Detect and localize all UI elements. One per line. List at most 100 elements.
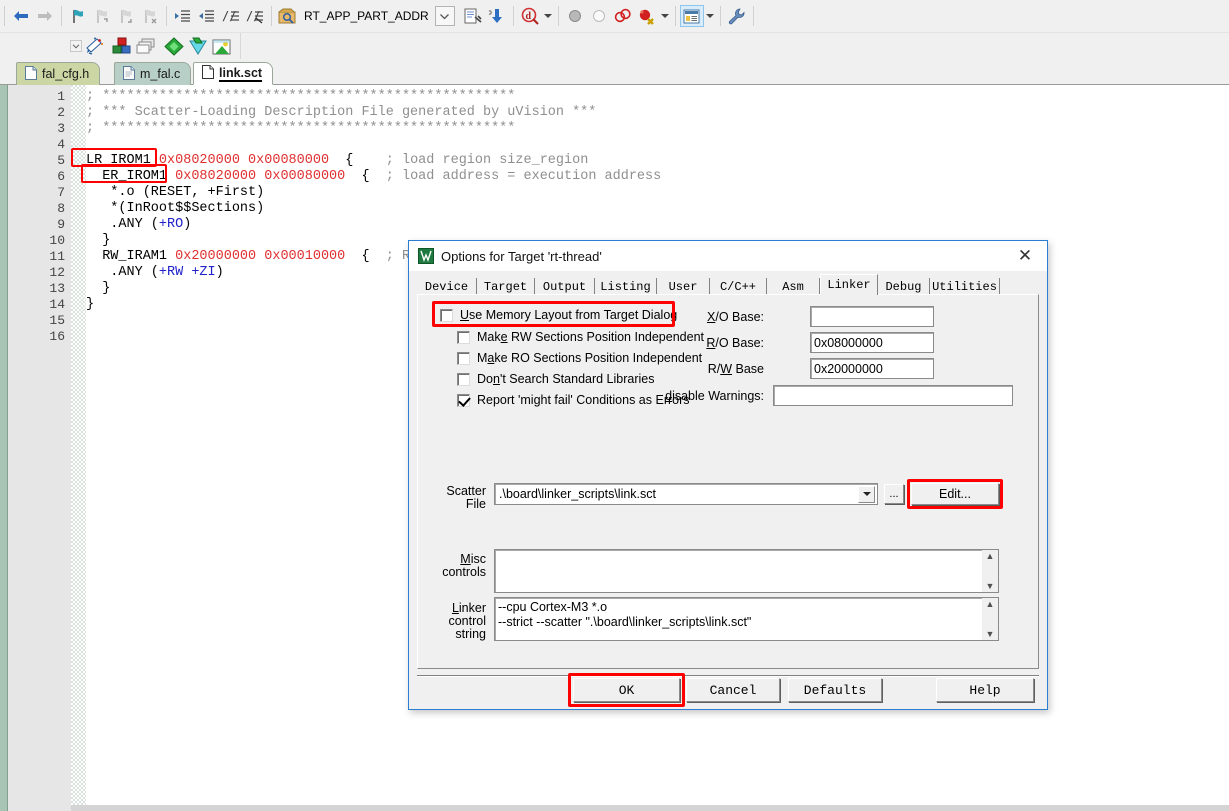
download-icon[interactable] (485, 5, 509, 27)
editor-tab-m_fal-c[interactable]: m_fal.c (114, 62, 192, 85)
edit-scatter-file-button[interactable]: Edit... (911, 483, 999, 505)
misc-controls-input[interactable]: ▲ ▼ (494, 549, 999, 593)
linker-control-string-value: --cpu Cortex-M3 *.o --strict --scatter "… (498, 600, 752, 629)
scatter-file-value: .\board\linker_scripts\link.sct (499, 487, 657, 501)
select-software-packs-icon[interactable] (186, 35, 210, 57)
configure-wrench-icon[interactable] (725, 5, 749, 27)
disable-warnings-input[interactable] (773, 385, 1013, 406)
checkbox-dont-search-standard-libraries[interactable]: Don't Search Standard Libraries (457, 372, 655, 386)
scatter-file-label: Scatter File (446, 484, 486, 511)
tab-linker[interactable]: Linker (820, 274, 878, 295)
checkbox-box[interactable] (457, 393, 470, 407)
breakpoint-gray-icon[interactable] (563, 5, 587, 27)
bookmark-clear-icon[interactable] (138, 5, 162, 27)
configuration-wizard-icon[interactable] (82, 35, 106, 57)
rw-base-input[interactable]: 0x20000000 (810, 358, 934, 379)
close-icon[interactable]: ✕ (1003, 241, 1047, 271)
checkbox-make-rw-position-independent[interactable]: Make RW Sections Position Independent (457, 330, 704, 344)
manage-runtime-icon[interactable] (162, 35, 186, 57)
breakpoints-icon[interactable] (611, 5, 635, 27)
uncomment-icon[interactable]: // (243, 5, 267, 27)
tab-asm[interactable]: Asm (767, 278, 820, 295)
checkbox-box[interactable] (457, 372, 470, 386)
toolbar-separator (512, 6, 514, 26)
linker-control-string-scrollbar[interactable]: ▲ ▼ (982, 598, 998, 640)
tab-utilities[interactable]: Utilities (930, 278, 1000, 295)
chevron-down-icon[interactable] (858, 485, 875, 503)
target-select-dropdown[interactable] (434, 6, 455, 26)
checkbox-box[interactable] (457, 351, 470, 365)
toolbar-overflow-caret[interactable] (70, 37, 82, 55)
forward-arrow-icon[interactable] (33, 5, 57, 27)
line-number: 4 (57, 137, 65, 152)
linker-control-string-input[interactable]: --cpu Cortex-M3 *.o --strict --scatter "… (494, 597, 999, 641)
line-number: 15 (49, 313, 65, 328)
pack-manager-icon[interactable] (210, 35, 234, 57)
tab-target[interactable]: Target (477, 278, 535, 295)
cancel-button[interactable]: Cancel (686, 678, 780, 702)
kill-breakpoints-dropdown-caret[interactable] (659, 7, 671, 25)
editor-tab-link-sct[interactable]: link.sct (193, 62, 274, 85)
tab-listing[interactable]: Listing (595, 278, 657, 295)
rw-base-label: R/W Base (707, 362, 764, 376)
tab-c-cpp[interactable]: C/C++ (710, 278, 767, 295)
misc-controls-scrollbar[interactable]: ▲ ▼ (982, 550, 998, 592)
debug-dropdown-caret[interactable] (542, 7, 554, 25)
tab-device[interactable]: Device (417, 278, 477, 295)
help-button[interactable]: Help (936, 678, 1034, 702)
toolbar-separator (271, 6, 272, 26)
kill-breakpoints-icon[interactable] (635, 5, 659, 27)
horizontal-scrollbar[interactable] (71, 805, 1229, 811)
scroll-down-icon[interactable]: ▼ (986, 581, 995, 591)
checkbox-make-ro-position-independent[interactable]: Make RO Sections Position Independent (457, 351, 702, 365)
dialog-title-bar[interactable]: Options for Target 'rt-thread' ✕ (409, 241, 1047, 271)
toolbar-separator (674, 6, 676, 26)
code-folding-margin[interactable] (71, 85, 86, 811)
xo-base-label: X/O Base: (707, 310, 764, 324)
breakpoint-hollow-icon[interactable] (587, 5, 611, 27)
target-options-icon[interactable] (276, 5, 300, 27)
scroll-down-icon[interactable]: ▼ (986, 629, 995, 639)
build-target-icon[interactable] (461, 5, 485, 27)
ok-button[interactable]: OK (573, 678, 680, 702)
checkbox-box[interactable] (457, 330, 470, 344)
manage-windows-icon[interactable] (679, 5, 704, 27)
comment-icon[interactable]: // (219, 5, 243, 27)
multi-project-icon[interactable] (134, 35, 158, 57)
tab-user[interactable]: User (657, 278, 710, 295)
scroll-up-icon[interactable]: ▲ (986, 599, 995, 609)
checkbox-box[interactable] (440, 308, 453, 322)
file-sct-icon (202, 65, 214, 82)
options-for-target-dialog: Options for Target 'rt-thread' ✕ Device … (408, 240, 1048, 710)
start-debug-icon[interactable]: d (518, 5, 542, 27)
pack-installer-icon[interactable] (110, 35, 134, 57)
editor-tab-label: m_fal.c (140, 67, 181, 81)
editor-left-edge-bar (0, 85, 8, 811)
tab-output[interactable]: Output (535, 278, 595, 295)
indent-decrease-icon[interactable] (195, 5, 219, 27)
bookmark-next-icon[interactable] (114, 5, 138, 27)
editor-tab-fal_cfg-h[interactable]: fal_cfg.h (16, 62, 101, 85)
line-number: 13 (49, 281, 65, 296)
ro-base-input[interactable]: 0x08000000 (810, 332, 934, 353)
bookmark-icon[interactable] (66, 5, 90, 27)
code-line: ; *** Scatter-Loading Description File g… (86, 105, 597, 120)
bookmark-prev-icon[interactable] (90, 5, 114, 27)
scatter-file-combo[interactable]: .\board\linker_scripts\link.sct (494, 483, 878, 505)
disable-warnings-label: disable Warnings: (665, 389, 764, 403)
code-line: ; **************************************… (86, 121, 516, 136)
indent-increase-icon[interactable] (171, 5, 195, 27)
xo-base-input[interactable] (810, 306, 934, 327)
toolbar-separator (61, 6, 62, 26)
back-arrow-icon[interactable] (9, 5, 33, 27)
manage-windows-dropdown-caret[interactable] (704, 7, 716, 25)
defaults-button[interactable]: Defaults (788, 678, 882, 702)
scroll-up-icon[interactable]: ▲ (986, 551, 995, 561)
checkbox-label: Don't Search Standard Libraries (477, 372, 655, 386)
toolbar-separator (719, 6, 721, 26)
scatter-file-browse-button[interactable]: ... (884, 484, 904, 504)
checkbox-use-memory-layout[interactable]: Use Memory Layout from Target Dialog (440, 308, 677, 322)
line-number-gutter: 1 2 3 4 5 6 7 8 9 10 11 12 13 14 15 16 (8, 85, 71, 811)
tab-debug[interactable]: Debug (878, 278, 930, 295)
code-line: ; **************************************… (86, 89, 516, 104)
